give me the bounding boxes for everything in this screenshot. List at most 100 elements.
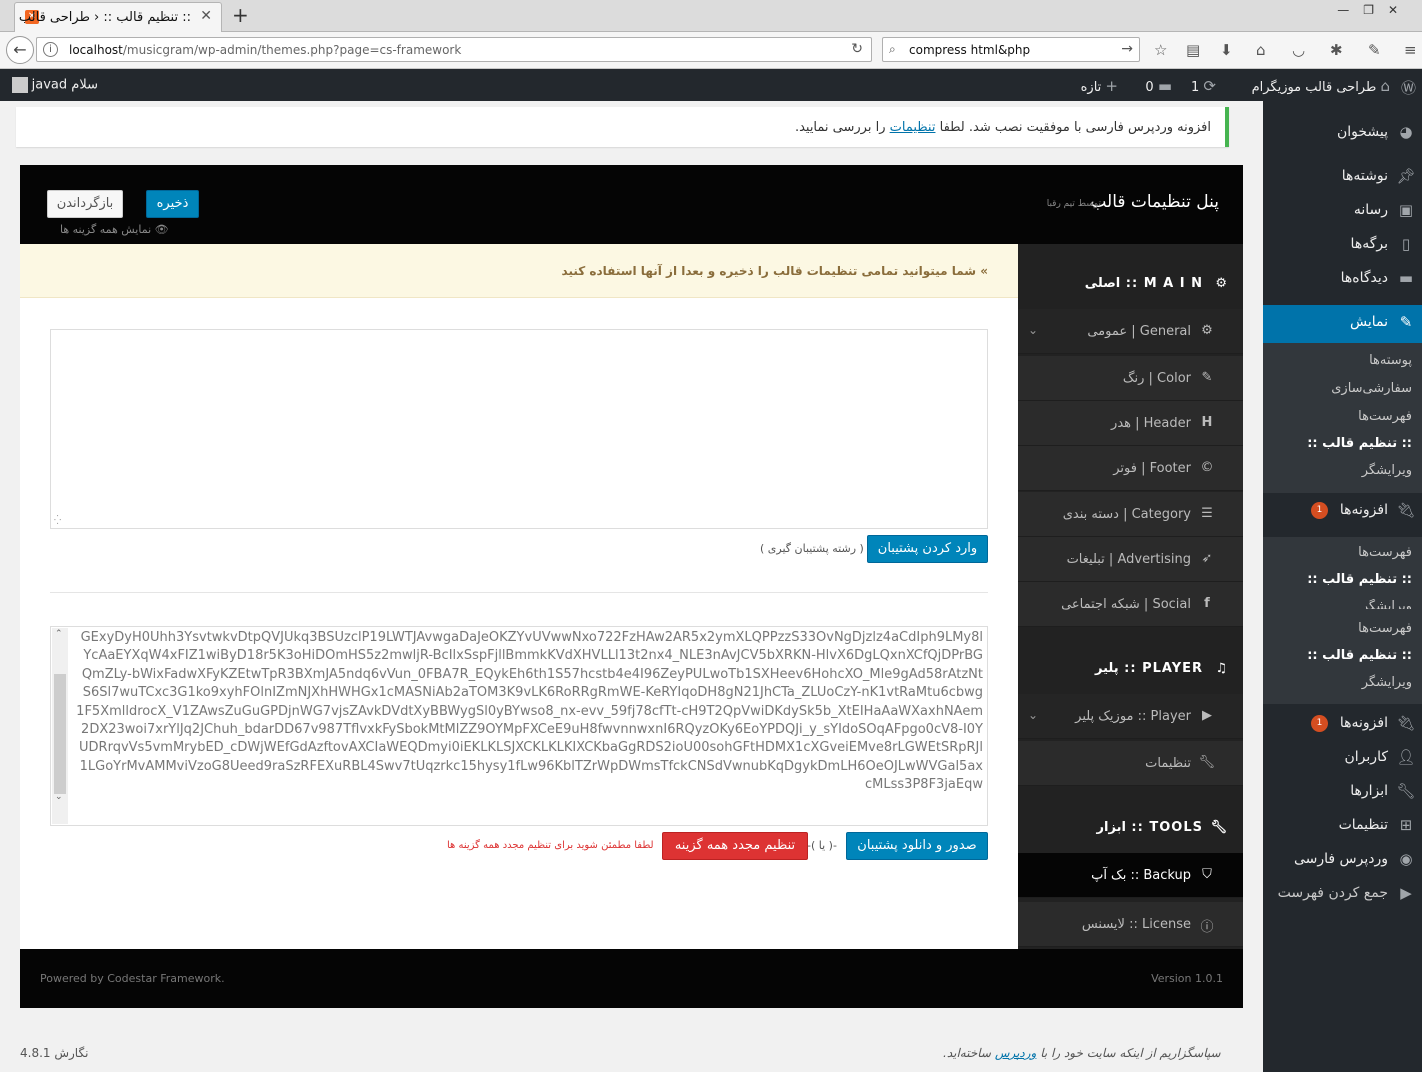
extension-icon[interactable]: ✱ bbox=[1330, 41, 1343, 59]
adminbar-account[interactable]: سلام javad bbox=[11, 77, 98, 93]
menu-collapse[interactable]: ▶ جمع کردن فهرست bbox=[1263, 876, 1422, 910]
powered-by: Powered by Codestar Framework. bbox=[40, 972, 225, 985]
submenu-themes[interactable]: پوسته‌ها bbox=[1369, 353, 1412, 368]
info-icon[interactable]: i bbox=[43, 42, 58, 57]
plugins-badge: 1 bbox=[1311, 502, 1328, 519]
settings-icon: ⊞ bbox=[1399, 816, 1413, 834]
submenu-customize[interactable]: سفارشی‌سازی bbox=[1331, 381, 1412, 396]
import-backup-button[interactable]: وارد کردن پشتیبان bbox=[867, 535, 988, 563]
browser-tab[interactable]: ✕ :: تنظیم قالب :: ‹ طراحی قالب ✕ bbox=[14, 2, 222, 33]
bookmark-star-icon[interactable]: ☆ bbox=[1154, 41, 1167, 59]
flyout-theme-settings-2[interactable]: :: تنظیم قالب :: bbox=[1307, 648, 1412, 663]
url-bar[interactable]: i localhost/musicgram/wp-admin/themes.ph… bbox=[36, 37, 872, 62]
notice-text: افزونه وردپرس فارسی با موفقیت نصب شد. لط… bbox=[794, 120, 1211, 135]
export-download-button[interactable]: صدور و دانلود پشتیبان bbox=[846, 832, 988, 860]
wp-footer-thanks: سپاسگزاریم از اینکه سایت خود را با وردپر… bbox=[943, 1046, 1221, 1060]
flyout-editor-2[interactable]: ویرایشگر bbox=[1362, 675, 1412, 690]
adminbar-new[interactable]: + تازه bbox=[1081, 77, 1118, 95]
scrollbar-thumb[interactable] bbox=[54, 674, 66, 794]
submenu-editor[interactable]: ویرایشگر bbox=[1362, 463, 1412, 478]
nav-item-category[interactable]: ☰ Category | دسته بندی bbox=[1018, 492, 1243, 537]
export-textarea[interactable]: GExyDyH0Uhh3YsvtwkvDtpQVJUkq3BSUzclP19LW… bbox=[50, 626, 988, 826]
search-bar[interactable]: ⌕ compress html&php → bbox=[882, 37, 1140, 62]
home-icon[interactable]: ⌂ bbox=[1256, 41, 1266, 59]
reading-list-icon[interactable]: ▤ bbox=[1186, 41, 1200, 59]
menu-tools[interactable]: 🔧︎ ابزارها bbox=[1263, 774, 1422, 808]
download-icon[interactable]: ⬇ bbox=[1220, 41, 1233, 59]
adminbar-site[interactable]: ⌂ طراحی قالب موزیگرام bbox=[1252, 77, 1390, 95]
comment-icon: ▬ bbox=[1157, 77, 1172, 95]
search-go-icon[interactable]: → bbox=[1121, 41, 1133, 57]
new-tab-icon[interactable]: + bbox=[232, 3, 249, 27]
wrench-icon: 🔧︎ bbox=[1210, 820, 1227, 835]
nav-item-social[interactable]: f Social | شبکه اجتماعی bbox=[1018, 582, 1243, 627]
menu-pages[interactable]: ▯ برگه‌ها bbox=[1263, 227, 1422, 261]
appearance-icon: ✎ bbox=[1399, 313, 1413, 331]
back-icon[interactable]: ← bbox=[6, 36, 34, 64]
scroll-up-icon[interactable]: ⌃ bbox=[55, 629, 63, 639]
flyout-menus-2[interactable]: فهرست‌ها bbox=[1358, 621, 1412, 636]
adminbar-comments[interactable]: ▬ 0 bbox=[1145, 77, 1172, 95]
nav-item-license[interactable]: ⓘ License :: لایسنس bbox=[1018, 902, 1243, 947]
shield-icon: ⛉ bbox=[1202, 867, 1212, 882]
wordpress-logo-icon[interactable]: Ⓦ bbox=[1401, 77, 1416, 98]
flyout-editor[interactable]: ویرایشگر bbox=[1362, 599, 1412, 609]
show-all-options[interactable]: 👁︎ نمایش همه گزینه ها bbox=[60, 223, 169, 236]
nav-item-backup[interactable]: ⛉ Backup :: بک آپ bbox=[1012, 853, 1243, 898]
resize-grip-icon[interactable]: ⁛ bbox=[54, 516, 61, 526]
info-icon: ⓘ bbox=[1200, 920, 1214, 935]
menu-users[interactable]: 👤︎ کاربران bbox=[1263, 740, 1422, 774]
comments-icon: ▬ bbox=[1398, 269, 1414, 287]
notice-settings-link[interactable]: تنظیمات bbox=[890, 120, 936, 135]
music-icon: ♫ bbox=[1215, 661, 1227, 676]
tab-close-icon[interactable]: ✕ bbox=[200, 8, 212, 24]
submenu-menus[interactable]: فهرست‌ها bbox=[1358, 409, 1412, 424]
framework-header: پنل تنظیمات قالب توسط تیم رقبا ذخیره باز… bbox=[20, 165, 1243, 244]
pocket-icon[interactable]: ◡ bbox=[1292, 41, 1305, 59]
nav-item-player[interactable]: ▶ Player :: موزیک پلیر ⌄ bbox=[1018, 694, 1243, 739]
nav-item-player-settings[interactable]: 🔧︎ تنظیمات bbox=[1018, 741, 1243, 786]
adminbar-updates[interactable]: ⟳ 1 bbox=[1191, 77, 1216, 95]
scroll-down-icon[interactable]: ⌄ bbox=[55, 792, 63, 802]
menu-icon[interactable]: ≡ bbox=[1404, 41, 1417, 59]
flyout-theme-settings[interactable]: :: تنظیم قالب :: bbox=[1307, 572, 1412, 587]
nav-item-footer[interactable]: © Footer | فوتر bbox=[1018, 446, 1243, 491]
reset-all-button[interactable]: تنظیم مجدد همه گزینه bbox=[662, 832, 808, 860]
menu-dashboard[interactable]: ◕ پیشخوان bbox=[1263, 115, 1422, 149]
menu-wp-farsi[interactable]: ◉ وردپرس فارسی bbox=[1263, 842, 1422, 876]
import-textarea[interactable]: ⁛ bbox=[50, 329, 988, 529]
devtools-icon[interactable]: ✎ bbox=[1368, 41, 1381, 59]
restore-button[interactable]: بازگرداندن bbox=[47, 190, 123, 218]
gear-icon: ⚙ bbox=[1201, 323, 1213, 338]
gears-icon: ⚙ bbox=[1215, 276, 1227, 291]
nav-item-color[interactable]: ✎ Color | رنگ bbox=[1018, 356, 1243, 401]
backup-content: » شما میتوانید تمامی تنظیمات قالب را ذخی… bbox=[20, 244, 1018, 949]
window-controls[interactable]: —❐✕ bbox=[1337, 3, 1412, 17]
media-icon: ▣ bbox=[1398, 201, 1414, 219]
plus-icon: + bbox=[1105, 77, 1118, 95]
nav-section-player: ♫ PLAYER :: پلیر bbox=[1095, 661, 1227, 676]
menu-plugins-2[interactable]: 🔌︎ افزونه‌ها 1 bbox=[1263, 706, 1422, 740]
dashboard-icon: ◕ bbox=[1399, 123, 1413, 141]
url-text[interactable]: localhost/musicgram/wp-admin/themes.php?… bbox=[69, 43, 461, 57]
menu-comments[interactable]: ▬ دیدگاه‌ها bbox=[1263, 261, 1422, 295]
flyout-menus[interactable]: فهرست‌ها bbox=[1358, 545, 1412, 560]
menu-media[interactable]: ▣ رسانه bbox=[1263, 193, 1422, 227]
reload-icon[interactable]: ↻ bbox=[851, 41, 863, 57]
submenu-theme-settings[interactable]: :: تنظیم قالب :: bbox=[1307, 436, 1412, 451]
wordpress-link[interactable]: وردپرس bbox=[995, 1046, 1037, 1060]
plugins-badge-2: 1 bbox=[1311, 715, 1328, 732]
menu-plugins[interactable]: 🔌︎ افزونه‌ها 1 bbox=[1263, 493, 1422, 527]
menu-appearance[interactable]: ✎ نمایش bbox=[1255, 305, 1422, 343]
backup-warning: » شما میتوانید تمامی تنظیمات قالب را ذخی… bbox=[20, 244, 1018, 298]
nav-item-general[interactable]: ⚙ General | عمومی ⌄ bbox=[1018, 309, 1243, 354]
framework-version: Version 1.0.1 bbox=[1151, 972, 1223, 985]
save-button[interactable]: ذخیره bbox=[146, 190, 199, 218]
search-input[interactable]: compress html&php bbox=[909, 43, 1030, 57]
nav-item-advertising[interactable]: ➶ Advertising | تبلیغات bbox=[1018, 537, 1243, 582]
wp-version: نگارش 4.8.1 bbox=[20, 1046, 89, 1060]
menu-settings[interactable]: ⊞ تنظیمات bbox=[1263, 808, 1422, 842]
export-code[interactable]: GExyDyH0Uhh3YsvtwkvDtpQVJUkq3BSUzclP19LW… bbox=[75, 629, 983, 795]
menu-posts[interactable]: 📌︎ نوشته‌ها bbox=[1263, 159, 1422, 193]
nav-item-header[interactable]: H Header | هدر bbox=[1018, 401, 1243, 446]
